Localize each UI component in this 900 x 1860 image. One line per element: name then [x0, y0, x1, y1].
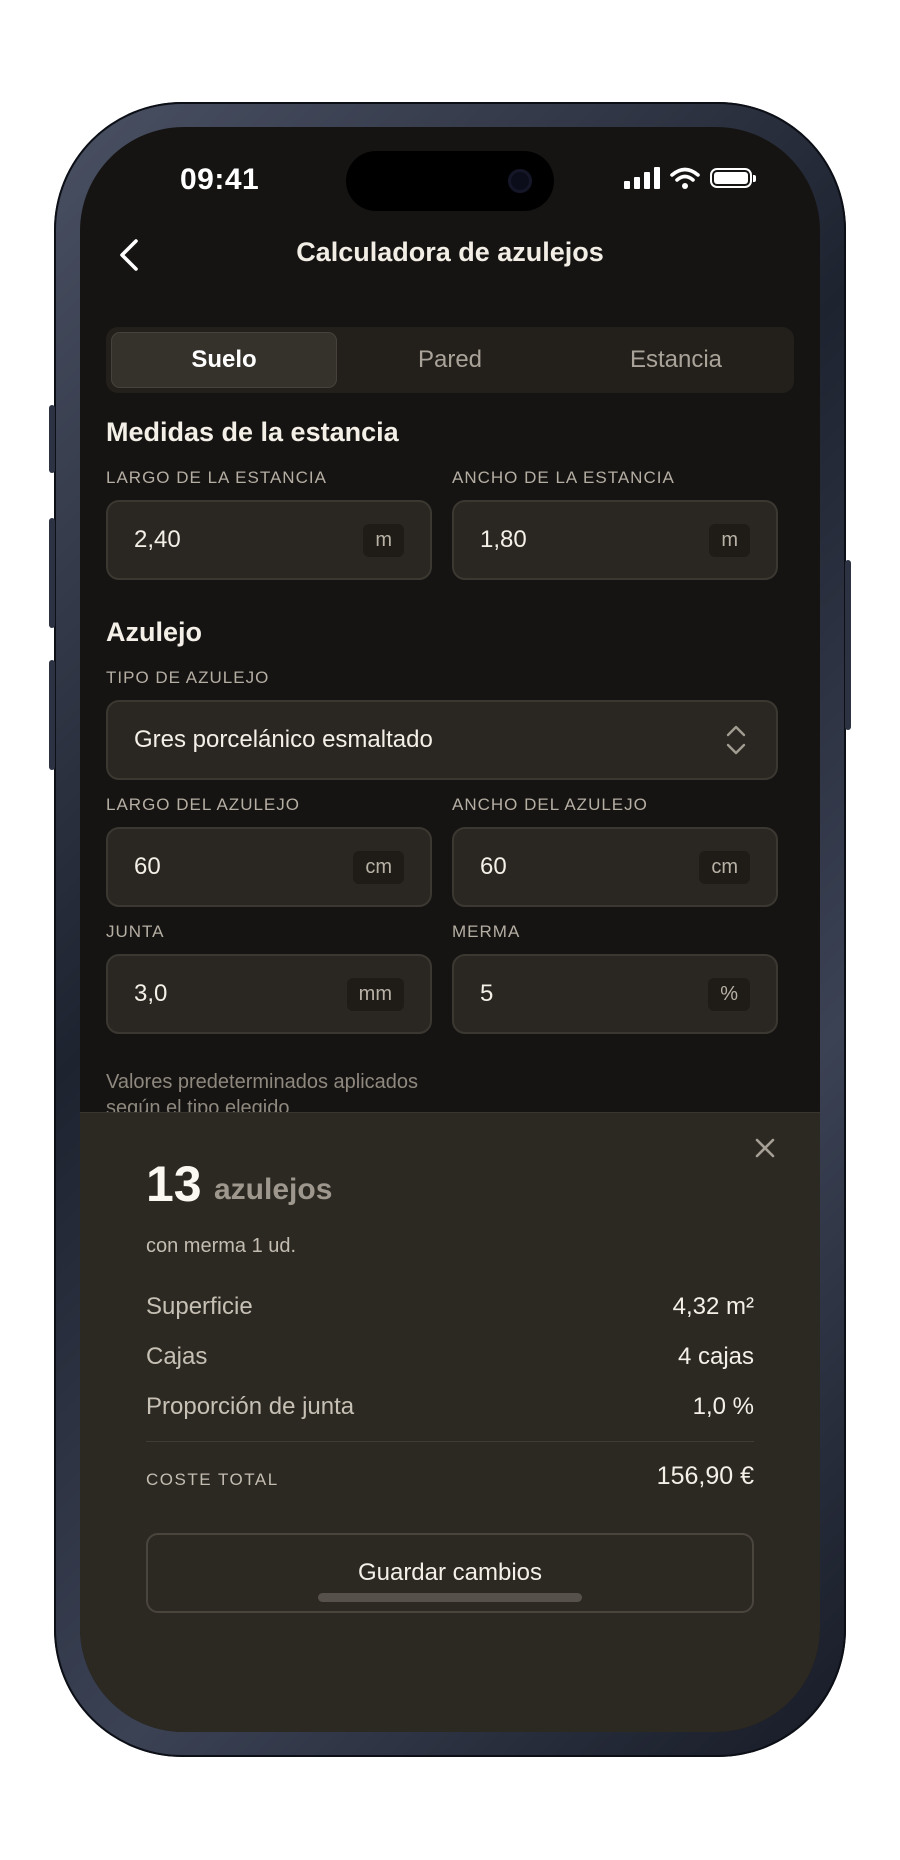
home-indicator[interactable]: [318, 1593, 582, 1602]
tile-type-value: Gres porcelánico esmaltado: [134, 726, 433, 753]
volume-down-button: [49, 660, 55, 770]
waste-unit: %: [708, 977, 750, 1011]
result-label: Cajas: [146, 1343, 208, 1370]
volume-up-button: [49, 518, 55, 628]
room-section-title: Medidas de la estancia: [106, 417, 399, 447]
result-label: Proporción de junta: [146, 1393, 355, 1420]
tile-count: 13: [146, 1156, 202, 1212]
waste-label: MERMA: [452, 922, 521, 941]
status-icons: [624, 167, 756, 189]
total-cost-value: 156,90 €: [656, 1462, 754, 1490]
room-length-label: LARGO DE LA ESTANCIA: [106, 468, 327, 487]
result-label: Superficie: [146, 1293, 253, 1320]
tile-length-unit: cm: [353, 850, 404, 884]
action-button: [49, 405, 55, 473]
result-row: Proporción de junta 1,0 %: [146, 1393, 754, 1421]
room-length-unit: m: [363, 523, 404, 557]
tile-type-select[interactable]: Gres porcelánico esmaltado: [106, 700, 778, 780]
result-value: 4,32 m²: [672, 1293, 754, 1320]
divider: [146, 1441, 754, 1442]
room-width-label: ANCHO DE LA ESTANCIA: [452, 468, 675, 487]
tile-width-value: 60: [480, 853, 507, 880]
joint-unit: mm: [346, 977, 404, 1011]
tile-width-unit: cm: [699, 850, 750, 884]
room-width-value: 1,80: [480, 526, 527, 553]
front-camera: [508, 169, 532, 193]
total-cost-label: COSTE TOTAL: [146, 1470, 279, 1489]
result-value: 4 cajas: [677, 1343, 754, 1370]
waste-value: 5: [480, 980, 494, 1007]
joint-field[interactable]: 3,0 mm: [106, 954, 432, 1034]
app-screen: 09:41 Calculadora de azulejos Suelo Pare…: [80, 127, 820, 1732]
tile-section-title: Azulejo: [106, 617, 203, 647]
power-button: [845, 560, 851, 730]
page-title: Calculadora de azulejos: [296, 237, 604, 267]
dynamic-island: [346, 151, 554, 211]
tile-length-value: 60: [134, 853, 161, 880]
room-width-unit: m: [709, 523, 750, 557]
tab-suelo[interactable]: Suelo: [111, 332, 337, 388]
tile-count-unit: azulejos: [214, 1173, 333, 1206]
room-width-field[interactable]: 1,80 m: [452, 500, 778, 580]
cellular-signal-icon: [624, 167, 660, 189]
tile-length-field[interactable]: 60 cm: [106, 827, 432, 907]
result-value: 1,0 %: [692, 1393, 754, 1420]
tile-type-label: TIPO DE AZULEJO: [106, 668, 270, 687]
result-row: Cajas 4 cajas: [146, 1343, 754, 1371]
chevron-up-down-icon: [726, 725, 746, 755]
tab-estancia[interactable]: Estancia: [563, 332, 789, 388]
result-row: Superficie 4,32 m²: [146, 1293, 754, 1321]
tile-width-label: ANCHO DEL AZULEJO: [452, 795, 648, 814]
tab-pared[interactable]: Pared: [337, 332, 563, 388]
results-sheet: 13 azulejos con merma 1 ud. Superficie 4…: [80, 1112, 820, 1732]
tile-length-label: LARGO DEL AZULEJO: [106, 795, 300, 814]
waste-subtitle: con merma 1 ud.: [146, 1235, 297, 1257]
status-time: 09:41: [180, 163, 260, 196]
tile-width-field[interactable]: 60 cm: [452, 827, 778, 907]
room-length-field[interactable]: 2,40 m: [106, 500, 432, 580]
surface-segmented-control: Suelo Pared Estancia: [106, 327, 794, 393]
joint-label: JUNTA: [106, 922, 165, 941]
battery-icon: [710, 168, 756, 188]
wifi-icon: [670, 167, 700, 189]
close-icon[interactable]: [750, 1133, 780, 1163]
waste-field[interactable]: 5 %: [452, 954, 778, 1034]
room-length-value: 2,40: [134, 526, 181, 553]
joint-value: 3,0: [134, 980, 168, 1007]
